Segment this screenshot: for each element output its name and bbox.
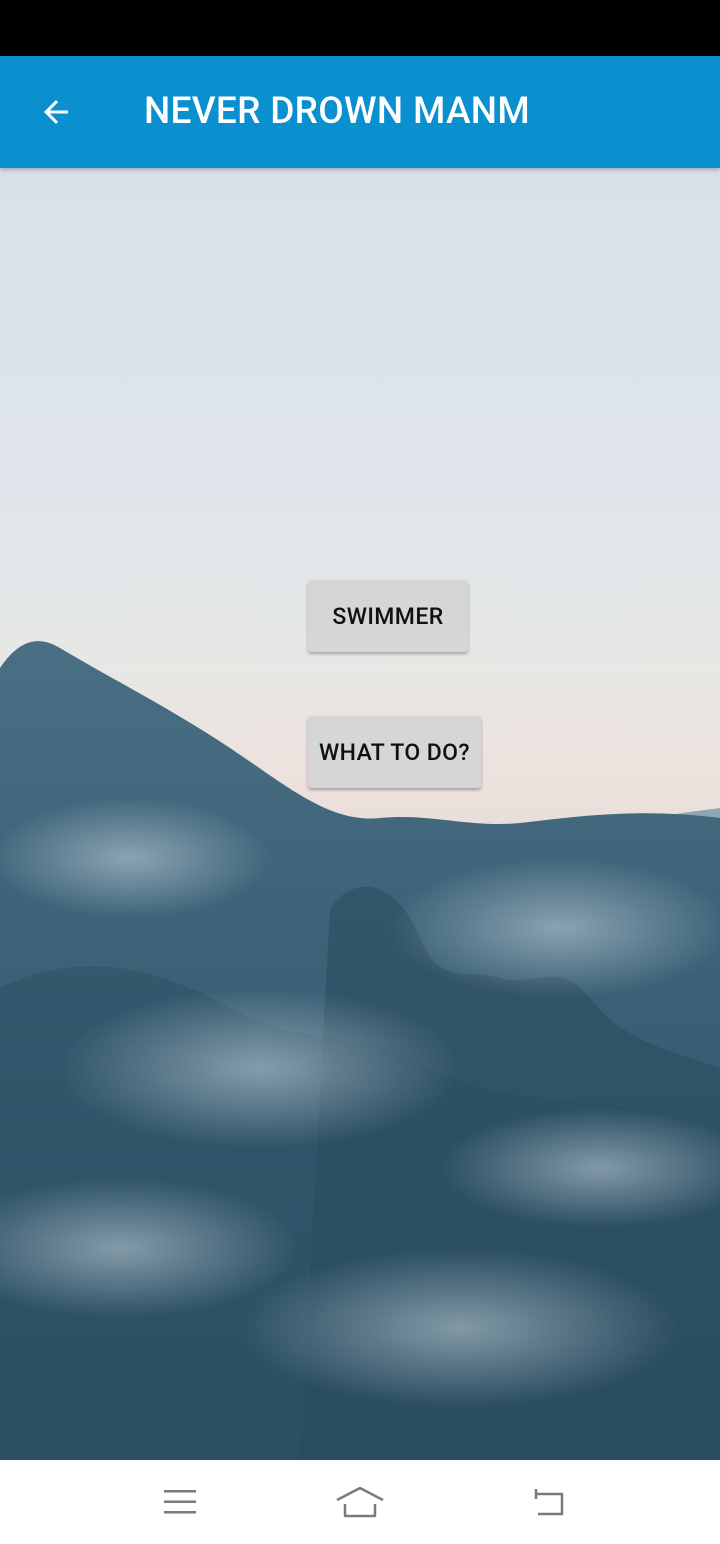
menu-icon: [164, 1490, 196, 1514]
system-navigation-bar: [0, 1460, 720, 1544]
home-icon: [336, 1486, 384, 1518]
back-button[interactable]: [24, 80, 88, 144]
app-bar: NEVER DROWN MANM: [0, 56, 720, 168]
nav-home-button[interactable]: [324, 1478, 396, 1526]
arrow-left-icon: [44, 100, 68, 124]
swimmer-button[interactable]: SWIMMER: [308, 580, 468, 652]
nav-menu-button[interactable]: [144, 1478, 216, 1526]
status-bar: [0, 0, 720, 56]
page-title: NEVER DROWN MANM: [144, 90, 531, 133]
nav-back-button[interactable]: [512, 1478, 584, 1526]
ocean-wave-background: [0, 641, 720, 1460]
content-area: SWIMMER WHAT TO DO?: [0, 168, 720, 1460]
what-to-do-button[interactable]: WHAT TO DO?: [308, 716, 481, 788]
back-icon: [534, 1489, 564, 1516]
